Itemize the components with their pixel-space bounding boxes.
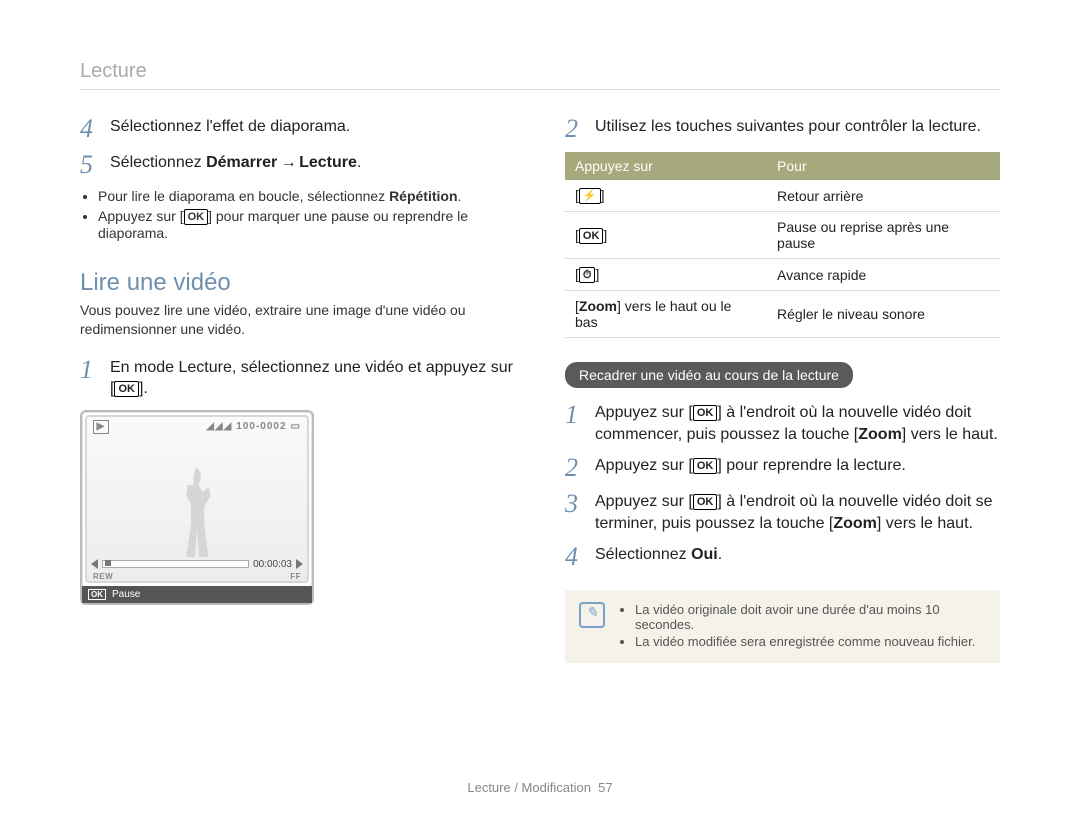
note-box: ✎ La vidéo originale doit avoir une duré…	[565, 590, 1000, 663]
fastforward-icon	[296, 559, 303, 569]
battery-icon: ▭	[291, 421, 301, 432]
trim-step-1: 1 Appuyez sur [OK] à l'endroit où la nou…	[565, 402, 1000, 445]
sub-bullet: Pour lire le diaporama en boucle, sélect…	[98, 188, 515, 204]
table-header: Pour	[767, 152, 1000, 180]
table-cell: Pause ou reprise après une pause	[767, 212, 1000, 259]
table-cell: [Zoom] vers le haut ou le bas	[565, 291, 767, 338]
step-number: 1	[80, 357, 98, 400]
ok-icon: OK	[693, 458, 718, 474]
table-row: [OK] Pause ou reprise après une pause	[565, 212, 1000, 259]
step-text: Sélectionnez l'effet de diaporama.	[110, 116, 350, 142]
step-number: 4	[80, 116, 98, 142]
step-text: Appuyez sur [OK] à l'endroit où la nouve…	[595, 491, 1000, 534]
table-row: [⏱] Avance rapide	[565, 259, 1000, 291]
left-column: 4 Sélectionnez l'effet de diaporama. 5 S…	[80, 116, 515, 663]
section-header: Lecture	[80, 60, 1000, 83]
step-text: Utilisez les touches suivantes pour cont…	[595, 116, 981, 142]
sub-bullet: Appuyez sur [OK] pour marquer une pause …	[98, 208, 515, 241]
table-cell: Avance rapide	[767, 259, 1000, 291]
pause-label: Pause	[112, 589, 140, 600]
step-text: Appuyez sur [OK] à l'endroit où la nouve…	[595, 402, 1000, 445]
step-number: 4	[565, 544, 583, 570]
trim-step-4: 4 Sélectionnez Oui.	[565, 544, 1000, 570]
table-row: [⚡] Retour arrière	[565, 180, 1000, 212]
ok-icon: OK	[184, 209, 209, 225]
step-text: En mode Lecture, sélectionnez une vidéo …	[110, 357, 515, 400]
note-item: La vidéo originale doit avoir une durée …	[635, 602, 986, 632]
step-number: 5	[80, 152, 98, 178]
camera-screen-illustration: ▶ ◢◢◢ 100-0002 ▭ 00:00:03	[80, 410, 314, 605]
step-number: 3	[565, 491, 583, 534]
step-4: 4 Sélectionnez l'effet de diaporama.	[80, 116, 515, 142]
step-text: Appuyez sur [OK] pour reprendre la lectu…	[595, 455, 906, 481]
ok-icon: OK	[88, 589, 106, 600]
controls-table: Appuyez sur Pour [⚡] Retour arrière [OK]…	[565, 152, 1000, 338]
ok-icon: OK	[114, 381, 139, 397]
table-row: [Zoom] vers le haut ou le bas Régler le …	[565, 291, 1000, 338]
step-number: 1	[565, 402, 583, 445]
file-counter: 100-0002	[236, 421, 286, 432]
ok-icon: OK	[693, 405, 718, 421]
note-icon: ✎	[579, 602, 605, 628]
note-item: La vidéo modifiée sera enregistrée comme…	[635, 634, 986, 649]
control-step-2: 2 Utilisez les touches suivantes pour co…	[565, 116, 1000, 142]
ok-icon: OK	[579, 228, 604, 244]
flash-icon: ⚡	[579, 188, 601, 204]
video-thumbnail	[179, 467, 215, 557]
ok-icon: OK	[693, 494, 718, 510]
volume-icon: ◢◢◢	[206, 421, 232, 432]
rewind-icon	[91, 559, 98, 569]
trim-step-2: 2 Appuyez sur [OK] pour reprendre la lec…	[565, 455, 1000, 481]
heading-play-video: Lire une vidéo	[80, 269, 515, 297]
right-column: 2 Utilisez les touches suivantes pour co…	[565, 116, 1000, 663]
step-number: 2	[565, 116, 583, 142]
step-text: Sélectionnez Démarrer → Lecture.	[110, 152, 361, 178]
table-header: Appuyez sur	[565, 152, 767, 180]
page-footer: Lecture / Modification 57	[0, 780, 1080, 795]
trim-step-3: 3 Appuyez sur [OK] à l'endroit où la nou…	[565, 491, 1000, 534]
rew-label: REW	[93, 572, 113, 581]
elapsed-time: 00:00:03	[253, 559, 292, 570]
heading-desc: Vous pouvez lire une vidéo, extraire une…	[80, 301, 515, 339]
video-step-1: 1 En mode Lecture, sélectionnez une vidé…	[80, 357, 515, 400]
subsection-pill: Recadrer une vidéo au cours de la lectur…	[565, 362, 853, 388]
timer-icon: ⏱	[579, 267, 596, 283]
step-5: 5 Sélectionnez Démarrer → Lecture.	[80, 152, 515, 178]
progress-bar	[102, 560, 249, 568]
divider	[80, 89, 1000, 90]
play-mode-icon: ▶	[93, 420, 109, 434]
ff-label: FF	[290, 572, 301, 581]
step-text: Sélectionnez Oui.	[595, 544, 722, 570]
table-cell: Régler le niveau sonore	[767, 291, 1000, 338]
step-number: 2	[565, 455, 583, 481]
step-5-sublist: Pour lire le diaporama en boucle, sélect…	[80, 188, 515, 241]
table-cell: Retour arrière	[767, 180, 1000, 212]
